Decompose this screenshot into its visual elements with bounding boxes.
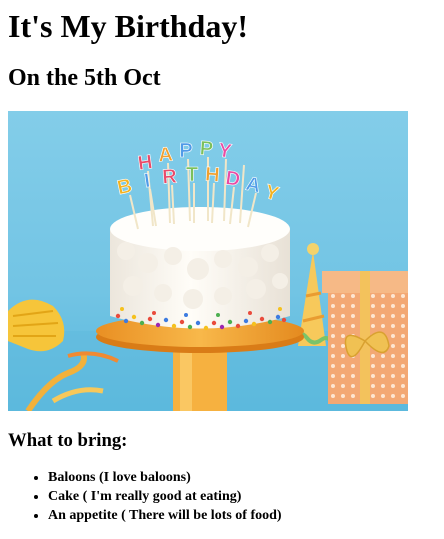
bring-list: Baloons (I love baloons) Cake ( I'm real… [8,468,282,525]
list-item: Baloons (I love baloons) [48,468,282,487]
birthday-cake-image: H A P P YB I R T H D A Y [8,111,408,411]
candle-letter: P [179,140,192,162]
candle-letter: D [224,167,241,191]
candle-letter: H [204,164,220,187]
bring-heading: What to bring: [8,430,128,451]
list-item: An appetite ( There will be lots of food… [48,506,282,525]
candle-letter: P [199,138,214,161]
candle-letter: R [162,165,178,188]
page: It's My Birthday! On the 5th Oct H A P P… [0,0,444,539]
page-title: It's My Birthday! [8,8,248,44]
list-item: Cake ( I'm really good at eating) [48,487,282,506]
candle-letter: T [186,164,198,186]
gift-box [322,271,408,404]
candle-letter: A [158,144,174,167]
page-subtitle: On the 5th Oct [8,65,161,91]
